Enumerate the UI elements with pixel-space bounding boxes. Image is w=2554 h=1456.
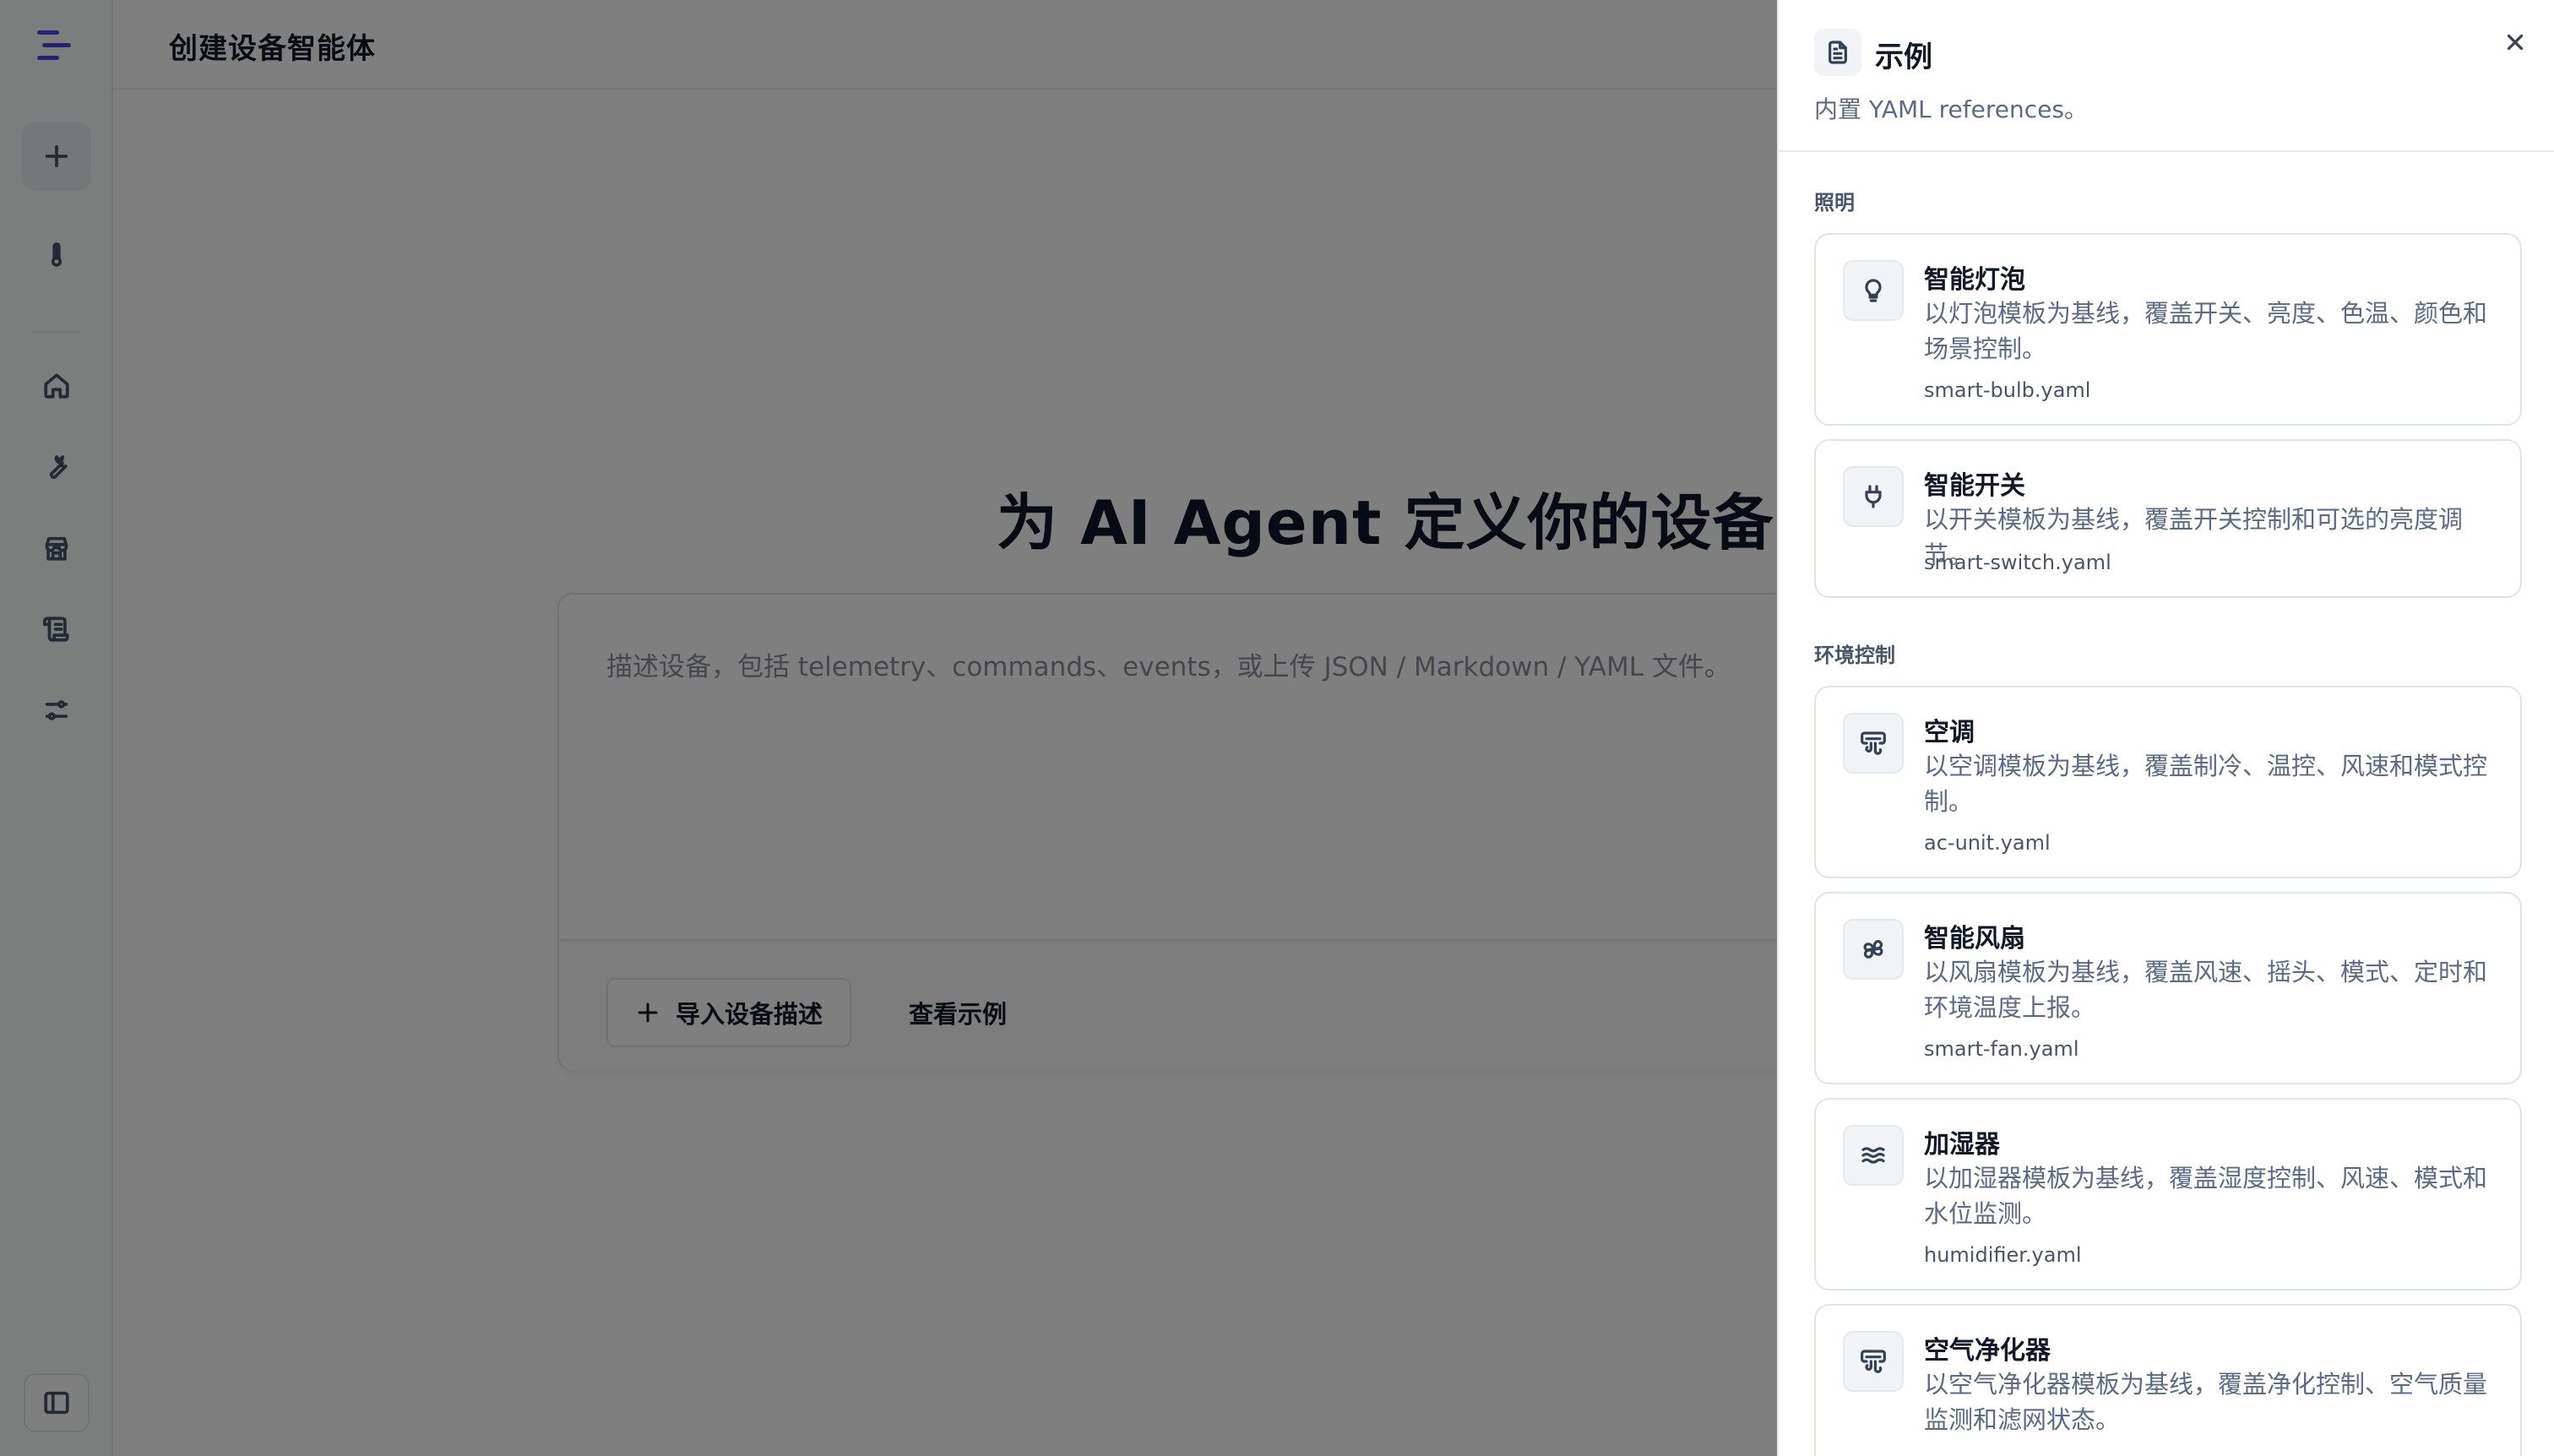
fan-icon [1843,919,1904,980]
group-label-lighting: 照明 [1814,191,1855,215]
example-card[interactable]: 空调 以空调模板为基线，覆盖制冷、温控、风速和模式控制。 ac-unit.yam… [1814,686,2522,878]
example-card[interactable]: 智能开关 以开关模板为基线，覆盖开关控制和可选的亮度调节。 smart-swit… [1814,439,2522,598]
card-description: 以灯泡模板为基线，覆盖开关、亮度、色温、颜色和场景控制。 [1924,299,2488,363]
drawer-subtitle: 内置 YAML references。 [1814,95,2088,123]
card-description: 以空调模板为基线，覆盖制冷、温控、风速和模式控制。 [1924,752,2488,816]
drawer-title: 示例 [1875,41,1932,74]
air-vent-icon [1843,713,1904,774]
card-title: 智能开关 [1924,471,2025,501]
card-filename: ac-unit.yaml [1924,831,2051,855]
card-filename: humidifier.yaml [1924,1243,2082,1267]
examples-drawer: 示例 内置 YAML references。 照明 智能灯泡 以灯泡模板为基线，… [1777,0,2554,1456]
card-title: 空气净化器 [1924,1336,2051,1366]
group-label-climate: 环境控制 [1814,644,1895,667]
lightbulb-icon [1843,260,1904,321]
card-filename: smart-switch.yaml [1924,551,2111,574]
card-title: 空调 [1924,718,1975,747]
close-drawer-button[interactable] [2498,25,2532,59]
example-card[interactable]: 空气净化器 以空气净化器模板为基线，覆盖净化控制、空气质量监测和滤网状态。 [1814,1304,2522,1456]
card-description: 以空气净化器模板为基线，覆盖净化控制、空气质量监测和滤网状态。 [1924,1370,2488,1434]
card-description: 以风扇模板为基线，覆盖风速、摇头、模式、定时和环境温度上报。 [1924,958,2488,1022]
example-card[interactable]: 智能灯泡 以灯泡模板为基线，覆盖开关、亮度、色温、颜色和场景控制。 smart-… [1814,233,2522,426]
card-title: 智能灯泡 [1924,265,2025,295]
document-icon [1814,29,1861,76]
air-vent-icon [1843,1331,1904,1392]
plug-icon [1843,466,1904,527]
close-icon [2507,34,2524,51]
card-title: 加湿器 [1924,1130,2000,1160]
example-card[interactable]: 智能风扇 以风扇模板为基线，覆盖风速、摇头、模式、定时和环境温度上报。 smar… [1814,892,2522,1084]
drawer-header: 示例 内置 YAML references。 [1779,0,2554,152]
example-card[interactable]: 加湿器 以加湿器模板为基线，覆盖湿度控制、风速、模式和水位监测。 humidif… [1814,1098,2522,1290]
card-filename: smart-bulb.yaml [1924,378,2091,402]
card-filename: smart-fan.yaml [1924,1037,2079,1061]
card-description: 以加湿器模板为基线，覆盖湿度控制、风速、模式和水位监测。 [1924,1164,2488,1228]
waves-icon [1843,1125,1904,1186]
card-title: 智能风扇 [1924,924,2025,953]
